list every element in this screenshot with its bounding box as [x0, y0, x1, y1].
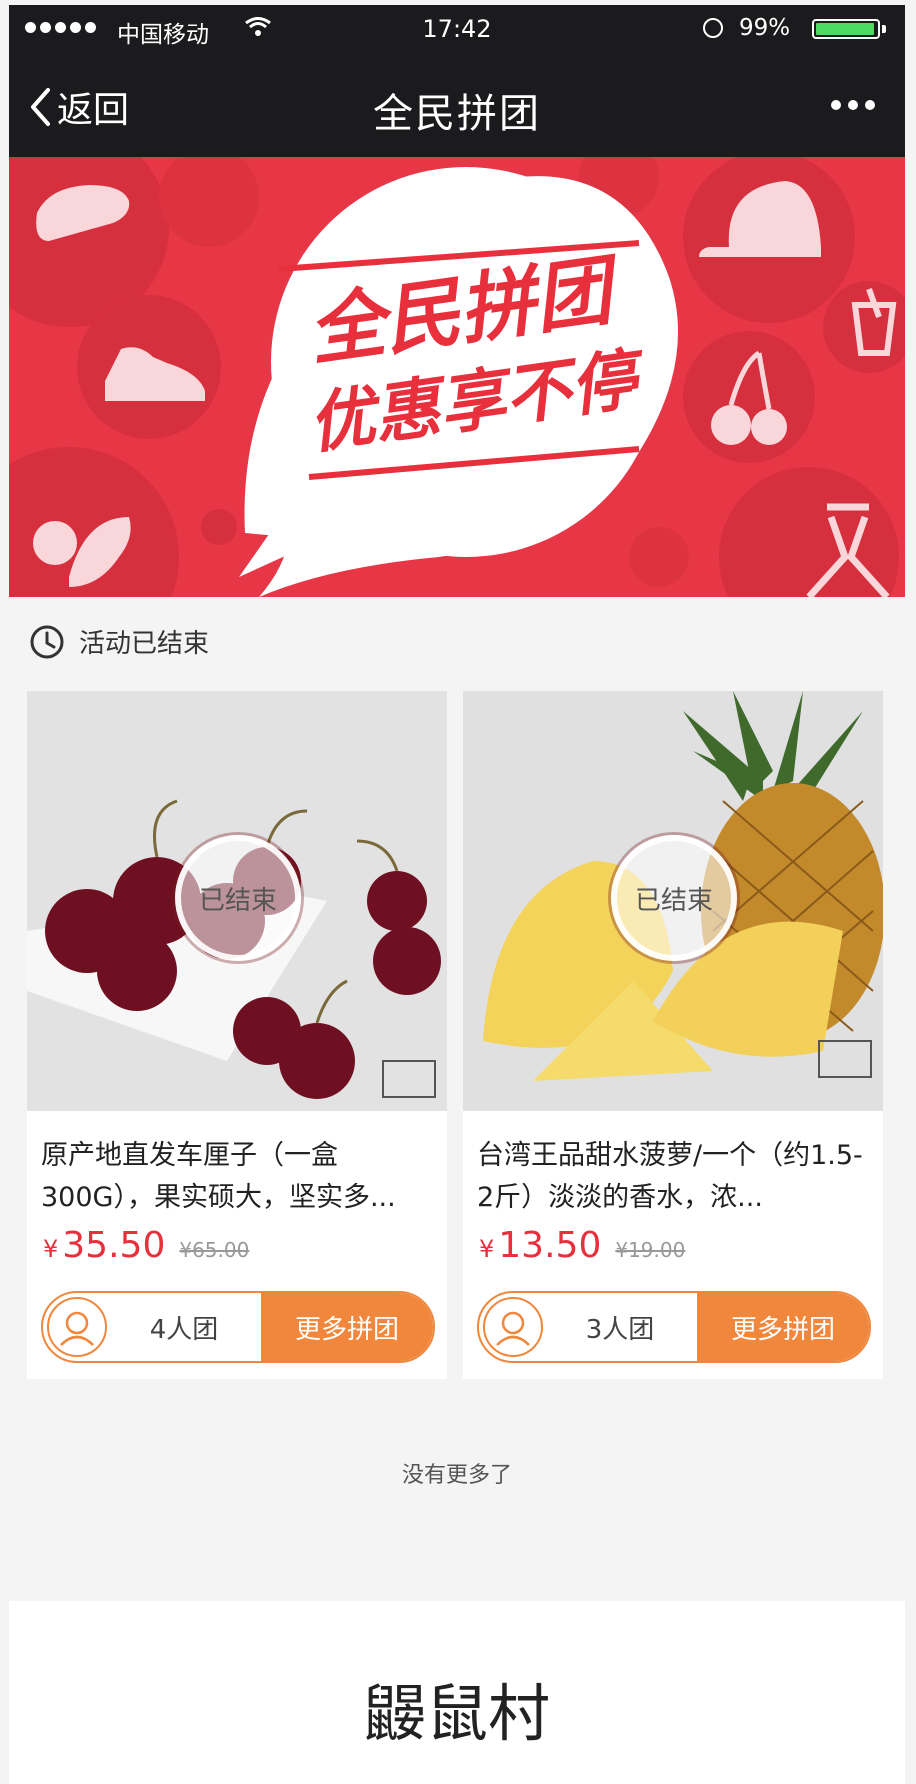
product-card[interactable]: 已结束 原产地直发车厘子（一盒300G），果实硕大，坚实多... ¥35.50 … [27, 691, 447, 1379]
avatar [483, 1297, 543, 1357]
avatar [47, 1297, 107, 1357]
clock-icon [30, 625, 64, 658]
nav-bar: 返回 全民拼团 [9, 53, 905, 157]
battery-percent: 99% [739, 15, 791, 41]
user-avatar-icon [496, 1311, 530, 1346]
sale-price: ¥13.50 [479, 1225, 601, 1266]
sale-price: ¥35.50 [43, 1225, 165, 1266]
more-groups-button[interactable]: 更多拼团 [261, 1293, 433, 1361]
sale-price-value: 35.50 [62, 1225, 166, 1266]
more-groups-button[interactable]: 更多拼团 [697, 1293, 869, 1361]
product-title[interactable]: 台湾王品甜水菠萝/一个（约1.5-2斤）淡淡的香水，浓... [477, 1135, 873, 1219]
list-end-text: 没有更多了 [401, 1463, 512, 1488]
user-avatar-icon [60, 1311, 94, 1346]
activity-status: 活动已结束 [29, 623, 209, 660]
product-title[interactable]: 原产地直发车厘子（一盒300G），果实硕大，坚实多... [41, 1135, 437, 1219]
banner-bg-circle [629, 527, 689, 587]
product-image[interactable]: 已结束 [463, 691, 883, 1111]
group-info: 4人团 [43, 1293, 261, 1361]
battery-tip [882, 25, 886, 33]
phone-screen: 中国移动 17:42 99% 返回 全民拼团 全民拼团 优惠享不停 活动已结束 … [9, 5, 905, 1784]
group-info: 3人团 [479, 1293, 697, 1361]
currency-symbol: ¥ [479, 1235, 495, 1263]
original-price: ¥65.00 [179, 1238, 250, 1262]
product-card[interactable]: 已结束 台湾王品甜水菠萝/一个（约1.5-2斤）淡淡的香水，浓... ¥13.5… [463, 691, 883, 1379]
ended-badge: 已结束 [175, 835, 301, 961]
status-bar: 中国移动 17:42 99% [9, 5, 905, 53]
banner-bg-circle [159, 157, 259, 247]
price-row: ¥35.50 ¥65.00 [43, 1225, 249, 1266]
battery-icon [812, 19, 880, 39]
brand-name: 鼹鼠村 [363, 1677, 550, 1750]
currency-symbol: ¥ [43, 1235, 59, 1263]
promo-banner[interactable]: 全民拼团 优惠享不停 [9, 157, 905, 597]
rotation-lock-icon [703, 18, 723, 38]
footer: 鼹鼠村 [9, 1601, 905, 1784]
group-size: 4人团 [149, 1314, 219, 1345]
page-title: 全民拼团 [373, 91, 541, 137]
group-buy-bar: 3人团 更多拼团 [477, 1291, 871, 1363]
group-size: 3人团 [585, 1314, 655, 1345]
activity-status-text: 活动已结束 [79, 629, 210, 659]
sale-price-value: 13.50 [498, 1225, 602, 1266]
more-options-button[interactable] [831, 100, 875, 110]
banner-bg-circle [683, 331, 815, 463]
group-buy-bar: 4人团 更多拼团 [41, 1291, 435, 1363]
product-image[interactable]: 已结束 [27, 691, 447, 1111]
price-row: ¥13.50 ¥19.00 [479, 1225, 685, 1266]
ended-badge: 已结束 [611, 835, 737, 961]
original-price: ¥19.00 [615, 1238, 686, 1262]
banner-bg-circle [201, 509, 237, 545]
